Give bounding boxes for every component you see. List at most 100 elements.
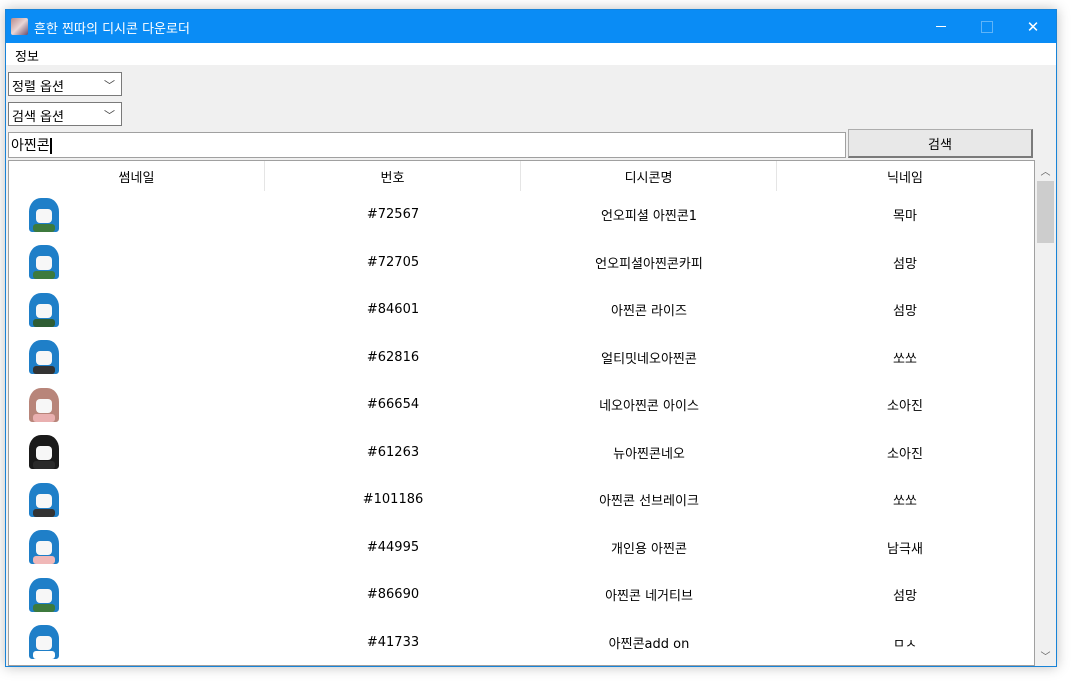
text-caret — [49, 138, 52, 154]
maximize-button[interactable] — [964, 10, 1010, 43]
name-cell: 아찐콘add on — [608, 636, 690, 652]
name-cell: 언오피셜 아찐콘1 — [600, 209, 698, 225]
nickname-cell: 남극새 — [887, 541, 923, 557]
name-cell: 아찐콘 선브레이크 — [599, 494, 699, 510]
thumbnail-face — [36, 541, 52, 556]
number-cell: #44995 — [366, 539, 420, 555]
nickname-cell: 쏘쏘 — [893, 351, 917, 367]
thumbnail-cell — [9, 334, 265, 382]
column-header-nickname[interactable]: 닉네임 — [777, 161, 1033, 191]
number-cell: #66654 — [366, 397, 420, 413]
table-row[interactable]: #86690 아찐콘 네거티브 섬망 — [9, 571, 1034, 619]
thumbnail-cell — [9, 286, 265, 334]
thumbnail-face — [36, 351, 52, 366]
thumbnail-image — [29, 340, 59, 375]
thumbnail-face — [36, 636, 52, 651]
scroll-up-button[interactable]: ︿ — [1035, 162, 1056, 179]
title-bar[interactable]: 흔한 찐따의 디시콘 다운로더 ✕ — [6, 10, 1056, 43]
sort-options-combo[interactable]: 정렬 옵션 ﹀ — [8, 72, 122, 96]
thumbnail-body — [33, 271, 55, 280]
thumbnail-face — [36, 398, 52, 413]
search-input-value: 아찐콘 — [11, 138, 50, 154]
table-row[interactable]: #72567 언오피셜 아찐콘1 목마 — [9, 191, 1034, 239]
table-row[interactable]: #66654 네오아찐콘 아이스 소아진 — [9, 381, 1034, 429]
table-row[interactable]: #72705 언오피셜아찐콘카피 섬망 — [9, 239, 1034, 287]
nickname-cell: 섬망 — [893, 256, 917, 272]
column-header-thumbnail[interactable]: 썸네일 — [9, 161, 265, 191]
thumbnail-face — [36, 493, 52, 508]
nickname-cell: 섬망 — [893, 304, 917, 320]
thumbnail-body — [33, 318, 55, 327]
thumbnail-body — [33, 556, 55, 565]
thumbnail-face — [36, 208, 52, 223]
nickname-cell: 소아진 — [887, 399, 923, 415]
thumbnail-image — [29, 387, 59, 422]
thumbnail-body — [33, 366, 55, 375]
name-cell: 개인용 아찐콘 — [611, 541, 687, 557]
table-row[interactable]: #44995 개인용 아찐콘 남극새 — [9, 524, 1034, 572]
search-input[interactable]: 아찐콘 — [8, 132, 846, 158]
name-cell: 언오피셜아찐콘카피 — [595, 256, 703, 272]
app-icon — [11, 18, 28, 35]
number-cell: #62816 — [366, 349, 420, 365]
thumbnail-face — [36, 588, 52, 603]
number-cell: #72567 — [366, 207, 420, 223]
vertical-scrollbar[interactable]: ︿ ﹀ — [1035, 160, 1056, 666]
table-row[interactable]: #61263 뉴아찐콘네오 소아진 — [9, 429, 1034, 477]
table-row[interactable]: #41733 아찐콘add on ㅁㅅ — [9, 619, 1034, 666]
thumbnail-cell — [9, 381, 265, 429]
scrollbar-thumb[interactable] — [1037, 181, 1054, 243]
thumbnail-body — [33, 413, 55, 422]
thumbnail-cell — [9, 476, 265, 524]
name-cell: 뉴아찐콘네오 — [613, 446, 685, 462]
thumbnail-image — [29, 482, 59, 517]
nickname-cell: 목마 — [893, 209, 917, 225]
thumbnail-image — [29, 577, 59, 612]
thumbnail-cell — [9, 619, 265, 666]
search-options-value: 검색 옵션 — [12, 110, 64, 125]
nickname-cell: 쏘쏘 — [893, 494, 917, 510]
column-header-number[interactable]: 번호 — [265, 161, 521, 191]
emoticon-list[interactable]: 썸네일 번호 디시콘명 닉네임 #72567 언오피셜 아찐콘1 목마 #72705 언… — [8, 160, 1035, 666]
table-row[interactable]: #84601 아찐콘 라이즈 섬망 — [9, 286, 1034, 334]
chevron-down-icon: ﹀ — [104, 79, 115, 92]
app-window: 흔한 찐따의 디시콘 다운로더 ✕ 정보 정렬 옵션 ﹀ 검색 옵션 ﹀ 아찐콘… — [5, 9, 1057, 667]
number-cell: #72705 — [366, 254, 420, 270]
thumbnail-cell — [9, 239, 265, 287]
chevron-down-icon: ﹀ — [104, 109, 115, 122]
thumbnail-image — [29, 435, 59, 470]
thumbnail-cell — [9, 191, 265, 239]
number-cell: #86690 — [366, 587, 420, 603]
number-cell: #84601 — [366, 302, 420, 318]
column-header-name[interactable]: 디시콘명 — [521, 161, 777, 191]
search-options-combo[interactable]: 검색 옵션 ﹀ — [8, 102, 122, 126]
scroll-down-button[interactable]: ﹀ — [1035, 647, 1056, 664]
thumbnail-image — [29, 197, 59, 232]
name-cell: 얼티밋네오아찐콘 — [601, 351, 697, 367]
sort-options-value: 정렬 옵션 — [12, 80, 64, 95]
menu-bar: 정보 — [6, 43, 1056, 65]
thumbnail-cell — [9, 524, 265, 572]
window-title: 흔한 찐따의 디시콘 다운로더 — [34, 22, 190, 37]
close-button[interactable]: ✕ — [1010, 10, 1056, 43]
thumbnail-body — [33, 508, 55, 517]
close-icon: ✕ — [1026, 17, 1040, 36]
maximize-icon — [981, 20, 993, 33]
minimize-button[interactable] — [918, 10, 964, 43]
thumbnail-cell — [9, 571, 265, 619]
name-cell: 아찐콘 라이즈 — [611, 304, 687, 320]
thumbnail-body — [33, 461, 55, 470]
search-button[interactable]: 검색 — [848, 129, 1033, 158]
menu-info[interactable]: 정보 — [15, 46, 39, 65]
table-row[interactable]: #62816 얼티밋네오아찐콘 쏘쏘 — [9, 334, 1034, 382]
nickname-cell: 소아진 — [887, 446, 923, 462]
list-rows: #72567 언오피셜 아찐콘1 목마 #72705 언오피셜아찐콘카피 섬망 #84601… — [9, 191, 1034, 666]
list-header: 썸네일 번호 디시콘명 닉네임 — [9, 161, 1034, 191]
table-row[interactable]: #101186 아찐콘 선브레이크 쏘쏘 — [9, 476, 1034, 524]
thumbnail-image — [29, 530, 59, 565]
nickname-cell: 섬망 — [893, 589, 917, 605]
number-cell: #61263 — [366, 444, 420, 460]
thumbnail-image — [29, 245, 59, 280]
chevron-up-icon: ︿ — [1040, 167, 1051, 178]
thumbnail-face — [36, 446, 52, 461]
